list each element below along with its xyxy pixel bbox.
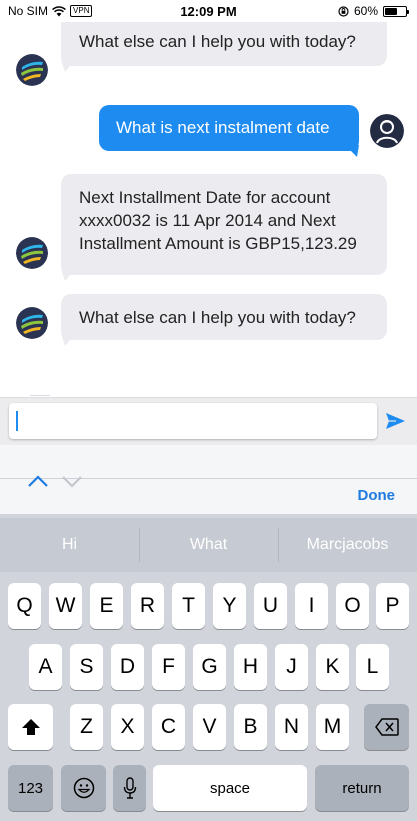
key-h[interactable]: H: [234, 644, 267, 690]
orientation-lock-icon: [338, 5, 349, 17]
bot-avatar-icon: [16, 237, 48, 269]
scroll-hint-divider: [30, 395, 50, 396]
bubble-tail: [61, 60, 75, 72]
status-right: 60%: [338, 4, 409, 18]
message-text: What else can I help you with today?: [79, 308, 356, 327]
keyboard-accessory-bar: Done: [0, 475, 417, 514]
prediction-item[interactable]: Marcjacobs: [278, 518, 417, 572]
prediction-item[interactable]: What: [139, 518, 278, 572]
key-b[interactable]: B: [234, 704, 267, 750]
key-y[interactable]: Y: [213, 583, 246, 629]
key-z[interactable]: Z: [70, 704, 103, 750]
text-caret: [16, 411, 18, 431]
bot-avatar-icon: [16, 307, 48, 339]
key-u[interactable]: U: [254, 583, 287, 629]
key-t[interactable]: T: [172, 583, 205, 629]
bubble-tail: [61, 334, 75, 346]
backspace-icon: [374, 718, 399, 736]
key-k[interactable]: K: [316, 644, 349, 690]
message-line: Next Installment Date for account: [79, 188, 331, 207]
message-input[interactable]: [9, 403, 377, 439]
key-s[interactable]: S: [70, 644, 103, 690]
message-text: What else can I help you with today?: [79, 32, 356, 51]
prediction-bar: Hi What Marcjacobs: [0, 518, 417, 572]
microphone-icon: [123, 777, 136, 799]
user-avatar-icon: [370, 114, 404, 148]
key-j[interactable]: J: [275, 644, 308, 690]
key-x[interactable]: X: [111, 704, 144, 750]
battery-fill: [385, 7, 397, 15]
bubble-tail: [61, 269, 75, 281]
shift-key[interactable]: [8, 704, 53, 750]
bot-message-bubble: Next Installment Date for account xxxx00…: [61, 174, 387, 275]
key-o[interactable]: O: [336, 583, 369, 629]
space-key[interactable]: space: [153, 765, 307, 811]
message-line: Installment Amount is GBP15,123.29: [79, 234, 357, 253]
key-g[interactable]: G: [193, 644, 226, 690]
key-n[interactable]: N: [275, 704, 308, 750]
key-r[interactable]: R: [131, 583, 164, 629]
bubble-tail: [345, 145, 359, 157]
done-button[interactable]: Done: [358, 487, 396, 504]
key-p[interactable]: P: [376, 583, 409, 629]
key-d[interactable]: D: [111, 644, 144, 690]
key-c[interactable]: C: [152, 704, 185, 750]
key-e[interactable]: E: [90, 583, 123, 629]
key-q[interactable]: Q: [8, 583, 41, 629]
battery-icon: [383, 5, 409, 17]
key-v[interactable]: V: [193, 704, 226, 750]
keyboard: Hi What Marcjacobs Q W E R T Y U I O P A…: [0, 514, 417, 821]
emoji-key[interactable]: [61, 765, 106, 811]
message-input-bar: [0, 397, 417, 445]
key-i[interactable]: I: [295, 583, 328, 629]
numbers-key[interactable]: 123: [8, 765, 53, 811]
bot-message-bubble: What else can I help you with today?: [61, 22, 387, 66]
emoji-icon: [73, 777, 94, 799]
chevron-down-icon[interactable]: [61, 473, 83, 489]
chat-area[interactable]: What else can I help you with today? Wha…: [0, 22, 417, 397]
user-message-bubble: What is next instalment date: [99, 105, 359, 151]
return-key[interactable]: return: [315, 765, 409, 811]
prediction-item[interactable]: Hi: [0, 518, 139, 572]
message-text: What is next instalment date: [116, 118, 330, 137]
key-f[interactable]: F: [152, 644, 185, 690]
status-bar: No SIM VPN 12:09 PM 60%: [0, 0, 417, 22]
key-m[interactable]: M: [316, 704, 349, 750]
message-line: xxxx0032 is 11 Apr 2014 and Next: [79, 211, 336, 230]
send-icon[interactable]: [384, 410, 406, 432]
key-l[interactable]: L: [356, 644, 389, 690]
key-w[interactable]: W: [49, 583, 82, 629]
bot-avatar-icon: [16, 54, 48, 86]
microphone-key[interactable]: [113, 765, 146, 811]
chevron-up-icon[interactable]: [27, 473, 49, 489]
bot-message-bubble: What else can I help you with today?: [61, 294, 387, 340]
battery-percent: 60%: [353, 4, 378, 18]
key-a[interactable]: A: [29, 644, 62, 690]
backspace-key[interactable]: [364, 704, 409, 750]
shift-icon: [21, 719, 40, 735]
